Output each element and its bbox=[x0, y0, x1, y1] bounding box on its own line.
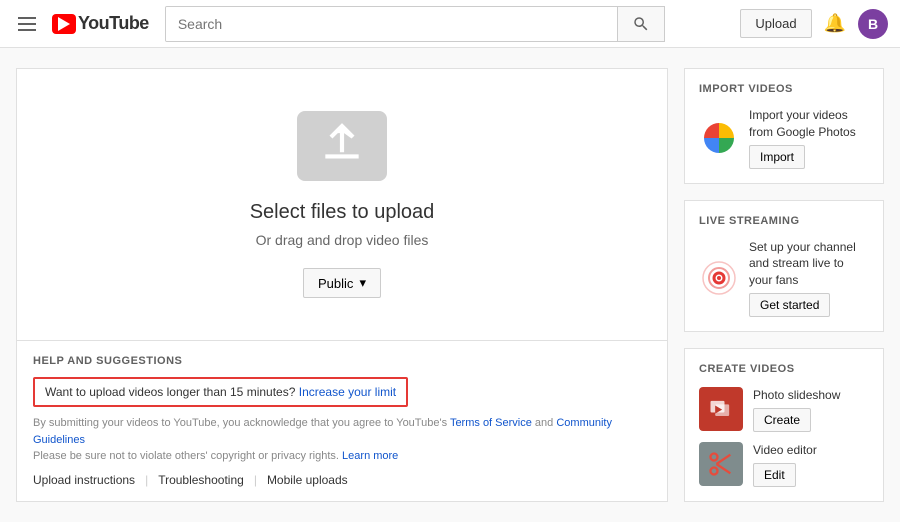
header-search bbox=[165, 6, 725, 42]
slideshow-title-text: Photo slideshow bbox=[753, 387, 840, 404]
troubleshooting-link[interactable]: Troubleshooting bbox=[148, 473, 254, 487]
youtube-logo[interactable]: YouTube bbox=[52, 13, 149, 34]
import-item: Import your videos from Google Photos Im… bbox=[699, 107, 869, 169]
help-links: Upload instructions | Troubleshooting | … bbox=[33, 473, 651, 487]
create-title: CREATE VIDEOS bbox=[699, 363, 869, 375]
live-text: Set up your channel and stream live to y… bbox=[749, 239, 869, 289]
upload-title: Select files to upload bbox=[250, 201, 435, 224]
upload-button[interactable]: Upload bbox=[740, 9, 811, 38]
import-button[interactable]: Import bbox=[749, 145, 805, 169]
terms-prefix: By submitting your videos to YouTube, yo… bbox=[33, 417, 447, 429]
slideshow-item-content: Photo slideshow Create bbox=[753, 387, 840, 432]
scissors-icon bbox=[707, 450, 735, 478]
search-input[interactable] bbox=[166, 7, 617, 41]
edit-button[interactable]: Edit bbox=[753, 463, 796, 487]
upload-instructions-link[interactable]: Upload instructions bbox=[33, 473, 145, 487]
yt-play-icon bbox=[58, 17, 70, 31]
radio-waves-icon bbox=[699, 258, 739, 298]
live-item: Set up your channel and stream live to y… bbox=[699, 239, 869, 317]
get-started-button[interactable]: Get started bbox=[749, 293, 830, 317]
main-layout: Select files to upload Or drag and drop … bbox=[0, 48, 900, 522]
photo-slideshow-icon bbox=[699, 387, 743, 431]
avatar[interactable]: B bbox=[858, 9, 888, 39]
live-title: LIVE STREAMING bbox=[699, 215, 869, 227]
dropdown-arrow-icon: ▾ bbox=[359, 275, 366, 291]
help-section: HELP AND SUGGESTIONS Want to upload vide… bbox=[17, 340, 667, 501]
upload-arrow-icon bbox=[297, 111, 387, 181]
editor-item: Video editor Edit bbox=[699, 442, 869, 487]
upload-zone[interactable]: Select files to upload Or drag and drop … bbox=[17, 69, 667, 340]
sidebar: IMPORT VIDEOS Import your videos from Go… bbox=[684, 68, 884, 502]
live-item-content: Set up your channel and stream live to y… bbox=[749, 239, 869, 317]
google-photos-icon bbox=[699, 118, 739, 158]
slideshow-item: Photo slideshow Create bbox=[699, 387, 869, 432]
yt-logo-box bbox=[52, 14, 76, 34]
upload-limit-text: Want to upload videos longer than 15 min… bbox=[45, 385, 295, 399]
live-streaming-icon bbox=[699, 258, 739, 298]
slideshow-icon-svg bbox=[707, 395, 735, 423]
menu-icon[interactable] bbox=[12, 11, 42, 37]
import-item-content: Import your videos from Google Photos Im… bbox=[749, 107, 869, 169]
search-icon bbox=[632, 15, 650, 33]
terms-and: and bbox=[535, 417, 553, 429]
header-right: Upload 🔔 B bbox=[740, 9, 888, 39]
import-text: Import your videos from Google Photos bbox=[749, 107, 869, 141]
search-input-wrap bbox=[165, 6, 665, 42]
mobile-uploads-link[interactable]: Mobile uploads bbox=[257, 473, 358, 487]
arrow-up-icon bbox=[317, 121, 367, 171]
privacy-text: Please be sure not to violate others' co… bbox=[33, 450, 339, 462]
upload-limit-box: Want to upload videos longer than 15 min… bbox=[33, 377, 408, 407]
editor-title-text: Video editor bbox=[753, 442, 817, 459]
upload-subtitle: Or drag and drop video files bbox=[256, 232, 429, 248]
video-editor-icon bbox=[699, 442, 743, 486]
header: YouTube Upload 🔔 B bbox=[0, 0, 900, 48]
yt-logo-text: YouTube bbox=[78, 13, 149, 34]
increase-limit-link[interactable]: Increase your limit bbox=[299, 385, 396, 399]
search-button[interactable] bbox=[617, 7, 664, 41]
import-videos-card: IMPORT VIDEOS Import your videos from Go… bbox=[684, 68, 884, 184]
header-left: YouTube bbox=[12, 11, 149, 37]
editor-item-content: Video editor Edit bbox=[753, 442, 817, 487]
learn-more-link[interactable]: Learn more bbox=[342, 450, 398, 462]
live-streaming-card: LIVE STREAMING Set up your channel and s… bbox=[684, 200, 884, 332]
help-section-title: HELP AND SUGGESTIONS bbox=[33, 355, 651, 367]
visibility-button[interactable]: Public ▾ bbox=[303, 268, 381, 298]
terms-of-service-link[interactable]: Terms of Service bbox=[450, 417, 532, 429]
create-videos-card: CREATE VIDEOS Photo slideshow Create bbox=[684, 348, 884, 502]
notification-bell-icon[interactable]: 🔔 bbox=[824, 13, 846, 34]
upload-section: Select files to upload Or drag and drop … bbox=[16, 68, 668, 502]
visibility-label: Public bbox=[318, 276, 353, 291]
create-slideshow-button[interactable]: Create bbox=[753, 408, 811, 432]
terms-text: By submitting your videos to YouTube, yo… bbox=[33, 415, 651, 465]
import-title: IMPORT VIDEOS bbox=[699, 83, 869, 95]
